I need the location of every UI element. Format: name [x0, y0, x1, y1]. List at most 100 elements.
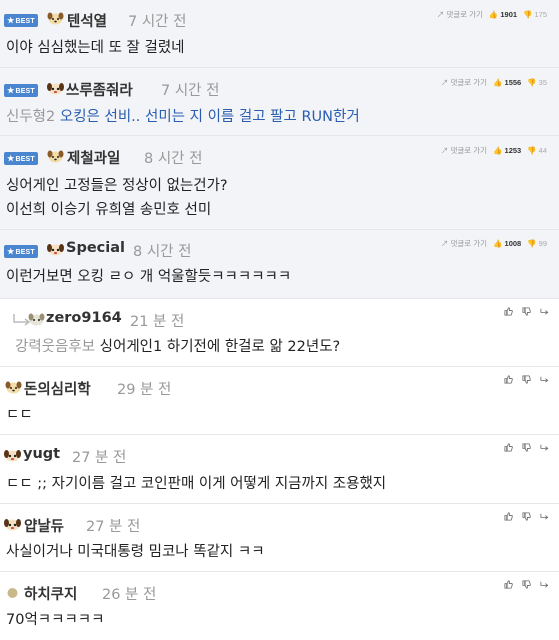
reply-arrow-icon: ↗ — [440, 239, 449, 248]
comment-body: 이런거보면 오킹 ㄹㅇ 개 억울할듯ㅋㅋㅋㅋㅋㅋ — [6, 269, 292, 285]
dog-avatar-icon — [47, 12, 64, 25]
best-badge: ★BEST — [4, 84, 38, 97]
user-nickname[interactable]: 하치쿠지 — [24, 583, 77, 604]
best-badge: ★BEST — [4, 245, 38, 258]
user-nickname[interactable]: yugt — [23, 446, 60, 462]
upvote-button[interactable]: 👍 1253 — [493, 146, 521, 155]
dog-avatar-icon — [47, 150, 64, 163]
comment-body: 신두형2 오킹은 선비.. 선미는 지 이름 걸고 팔고 RUN한거 — [6, 105, 360, 129]
best-comment: ★BEST 쓰루좀줘라 7 시간 전 ↗ 댓글로 가기 👍 1556 👎 35 … — [0, 68, 559, 136]
thumbs-up-icon[interactable] — [504, 512, 513, 521]
star-icon: ★ — [7, 154, 15, 163]
upvote-button[interactable]: 👍 1901 — [489, 10, 517, 19]
user-nickname[interactable]: 돈의심리학 — [24, 378, 91, 399]
comment-item: 돈의심리학 29 분 전 ㄷㄷ — [0, 367, 559, 435]
comment-body: ㄷㄷ ;; 자기이름 걸고 코인판매 이게 어떻게 지금까지 조용했지 — [6, 476, 387, 492]
thumbs-down-icon[interactable] — [522, 512, 531, 521]
thumbs-up-icon[interactable] — [504, 580, 513, 589]
comment-line: 싱어게인 고정들은 정상이 없는건가? — [6, 178, 228, 194]
dog-avatar-icon — [4, 519, 21, 531]
reply-arrow-icon[interactable] — [540, 307, 549, 316]
comment-line: 이선희 이승기 유희열 송민호 선미 — [6, 202, 212, 218]
comment-time: 27 분 전 — [86, 519, 141, 535]
thumbs-up-icon[interactable] — [504, 307, 513, 316]
dog-avatar-icon — [47, 83, 64, 95]
comment-body: 싱어게인 고정들은 정상이 없는건가? 이선희 이승기 유희열 송민호 선미 — [6, 174, 228, 222]
reply-link[interactable]: ↗ 댓글로 가기 — [441, 145, 487, 156]
comment-item: 하치쿠지 26 분 전 70억ㅋㅋㅋㅋㅋ — [0, 572, 559, 640]
reply-arrow-icon[interactable] — [540, 443, 549, 452]
comment-text: 싱어게인1 하기전에 한걸로 앎 22년도? — [99, 339, 341, 355]
thumbs-down-icon[interactable] — [522, 375, 531, 384]
comment-time: 7 시간 전 — [161, 83, 220, 99]
reply-arrow-icon[interactable] — [540, 512, 549, 521]
comment-time: 26 분 전 — [102, 587, 157, 603]
dog-avatar-icon — [4, 450, 21, 462]
reply-link[interactable]: ↗ 댓글로 가기 — [441, 77, 487, 88]
thumbs-down-icon: 👎 — [527, 239, 537, 248]
comment-body: ㄷㄷ — [6, 407, 33, 423]
thumbs-up-icon: 👍 — [493, 78, 503, 87]
thumbs-up-icon[interactable] — [504, 375, 513, 384]
dog-avatar-icon — [7, 588, 18, 598]
best-comment: ★BEST 제철과일 8 시간 전 ↗ 댓글로 가기 👍 1253 👎 44 싱… — [0, 136, 559, 230]
upvote-button[interactable]: 👍 1008 — [493, 239, 521, 248]
comment-time: 29 분 전 — [117, 382, 172, 398]
reply-link[interactable]: ↗ 댓글로 가기 — [441, 238, 487, 249]
star-icon: ★ — [7, 16, 15, 25]
comment-time: 21 분 전 — [130, 314, 185, 330]
thumbs-down-icon[interactable] — [522, 443, 531, 452]
comment-body: 이야 심심했는데 또 잘 걸렸네 — [6, 40, 185, 56]
user-nickname[interactable]: Special — [66, 240, 125, 256]
comment-item: zero9164 21 분 전 강력웃음후보 싱어게인1 하기전에 한걸로 앎 … — [0, 299, 559, 367]
comment-time: 8 시간 전 — [133, 244, 192, 260]
comment-actions: ↗ 댓글로 가기 👍 1253 👎 44 — [441, 145, 547, 156]
reply-arrow-icon[interactable] — [540, 580, 549, 589]
reply-link[interactable]: ↗ 댓글로 가기 — [437, 9, 483, 20]
thumbs-down-icon[interactable] — [522, 580, 531, 589]
user-nickname[interactable]: 텐석열 — [67, 10, 107, 31]
comment-actions — [504, 512, 549, 521]
downvote-button[interactable]: 👎 99 — [527, 239, 547, 248]
star-icon: ★ — [7, 247, 15, 256]
comment-body: 70억ㅋㅋㅋㅋㅋ — [6, 612, 105, 628]
star-icon: ★ — [7, 86, 15, 95]
reply-arrow-icon[interactable] — [540, 375, 549, 384]
comment-actions: ↗ 댓글로 가기 👍 1901 👎 175 — [437, 9, 547, 20]
comment-actions — [504, 443, 549, 452]
comment-item: yugt 27 분 전 ㄷㄷ ;; 자기이름 걸고 코인판매 이게 어떻게 지금… — [0, 435, 559, 504]
comment-time: 8 시간 전 — [144, 151, 203, 167]
thumbs-down-icon[interactable] — [522, 307, 531, 316]
comment-actions — [504, 580, 549, 589]
best-comment: ★BEST 텐석열 7 시간 전 ↗ 댓글로 가기 👍 1901 👎 175 이… — [0, 0, 559, 68]
thumbs-up-icon: 👍 — [493, 239, 503, 248]
user-nickname[interactable]: 쓰루좀줘라 — [66, 79, 133, 100]
comment-body: 사실이거나 미국대통령 밈코나 똑같지 ㅋㅋ — [6, 544, 265, 560]
comment-actions: ↗ 댓글로 가기 👍 1008 👎 99 — [441, 238, 547, 249]
dog-avatar-icon — [28, 313, 45, 326]
downvote-button[interactable]: 👎 175 — [523, 10, 547, 19]
best-badge: ★BEST — [4, 14, 38, 27]
dog-avatar-icon — [5, 381, 22, 394]
comment-actions: ↗ 댓글로 가기 👍 1556 👎 35 — [441, 77, 547, 88]
reply-arrow-icon: ↗ — [440, 78, 449, 87]
user-nickname[interactable]: 얍날듀 — [24, 515, 64, 536]
thumbs-down-icon: 👎 — [527, 78, 537, 87]
comment-actions — [504, 307, 549, 316]
thumbs-down-icon: 👎 — [527, 146, 537, 155]
best-comment: ★BEST Special 8 시간 전 ↗ 댓글로 가기 👍 1008 👎 9… — [0, 230, 559, 299]
upvote-button[interactable]: 👍 1556 — [493, 78, 521, 87]
best-badge: ★BEST — [4, 152, 38, 165]
downvote-button[interactable]: 👎 44 — [527, 146, 547, 155]
comment-actions — [504, 375, 549, 384]
comment-body: 강력웃음후보 싱어게인1 하기전에 한걸로 앎 22년도? — [15, 335, 340, 359]
comment-time: 27 분 전 — [72, 450, 127, 466]
thumbs-up-icon: 👍 — [493, 146, 503, 155]
comment-text: 오킹은 선비.. 선미는 지 이름 걸고 팔고 RUN한거 — [59, 109, 360, 125]
reply-target-nick[interactable]: 신두형2 — [6, 109, 55, 125]
downvote-button[interactable]: 👎 35 — [527, 78, 547, 87]
user-nickname[interactable]: zero9164 — [46, 310, 122, 326]
thumbs-up-icon[interactable] — [504, 443, 513, 452]
reply-target-nick[interactable]: 강력웃음후보 — [15, 339, 95, 355]
user-nickname[interactable]: 제철과일 — [67, 147, 120, 168]
